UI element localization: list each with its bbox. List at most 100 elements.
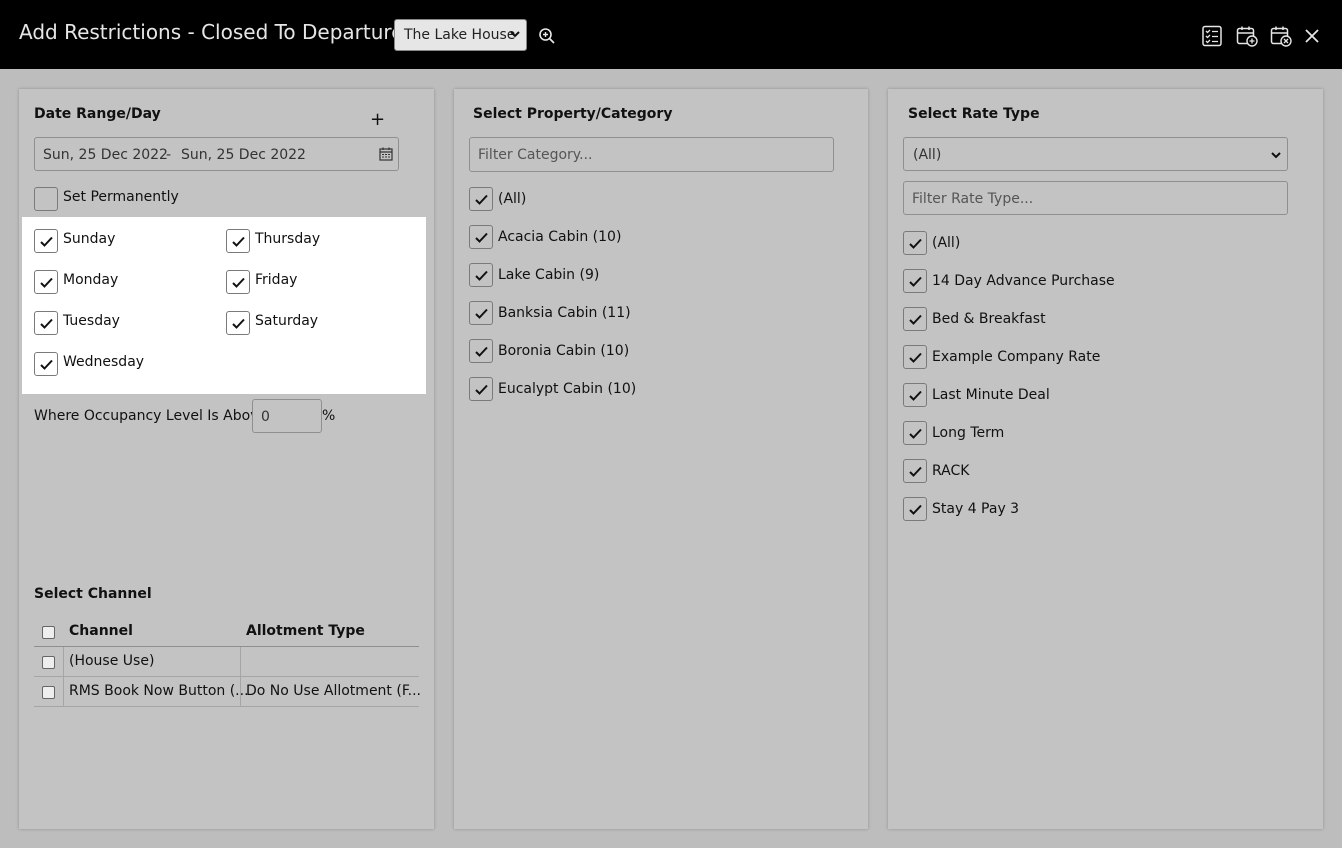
save-calendar-icon[interactable] bbox=[1236, 25, 1258, 47]
channel-select-all-checkbox[interactable] bbox=[42, 626, 55, 639]
category-checkbox[interactable] bbox=[469, 377, 493, 401]
rate-type-label: RACK bbox=[932, 463, 970, 479]
category-checkbox[interactable] bbox=[469, 339, 493, 363]
date-range-input[interactable]: Sun, 25 Dec 2022 - Sun, 25 Dec 2022 bbox=[34, 137, 399, 171]
category-filter-placeholder: Filter Category... bbox=[478, 147, 593, 163]
allotment-cell: Do No Use Allotment (F... bbox=[246, 683, 421, 699]
set-permanently-checkbox[interactable] bbox=[34, 187, 58, 211]
checkmark-icon bbox=[475, 308, 488, 319]
rate-type-label: Stay 4 Pay 3 bbox=[932, 501, 1020, 517]
channel-cell: (House Use) bbox=[69, 653, 155, 669]
day-checkbox-thursday[interactable] bbox=[226, 229, 250, 253]
day-checkbox-tuesday[interactable] bbox=[34, 311, 58, 335]
checkmark-icon bbox=[475, 384, 488, 395]
day-checkbox-sunday[interactable] bbox=[34, 229, 58, 253]
day-checkbox-monday[interactable] bbox=[34, 270, 58, 294]
chevron-down-icon bbox=[1271, 152, 1281, 159]
rate-type-checkbox[interactable] bbox=[903, 269, 927, 293]
date-range-heading: Date Range/Day bbox=[34, 106, 161, 122]
rate-type-heading: Select Rate Type bbox=[908, 106, 1040, 122]
rate-type-checkbox[interactable] bbox=[903, 383, 927, 407]
rate-type-label: Long Term bbox=[932, 425, 1005, 441]
checkmark-icon bbox=[475, 194, 488, 205]
rate-type-select-value: (All) bbox=[913, 147, 942, 163]
checkmark-icon bbox=[909, 238, 922, 249]
category-filter-input[interactable]: Filter Category... bbox=[469, 137, 834, 172]
category-label: Banksia Cabin (11) bbox=[498, 305, 631, 321]
occupancy-input[interactable]: 0 bbox=[252, 399, 322, 433]
property-select[interactable]: The Lake House bbox=[394, 19, 527, 51]
table-divider bbox=[34, 676, 419, 677]
checkmark-icon bbox=[909, 352, 922, 363]
checklist-icon[interactable] bbox=[1201, 25, 1223, 47]
allotment-column-header[interactable]: Allotment Type bbox=[246, 623, 365, 639]
rate-type-checkbox[interactable] bbox=[903, 307, 927, 331]
row-checkbox[interactable] bbox=[42, 656, 55, 669]
rate-type-checkbox[interactable] bbox=[903, 345, 927, 369]
day-label-friday: Friday bbox=[255, 272, 298, 288]
checkmark-icon bbox=[909, 428, 922, 439]
checkmark-icon bbox=[40, 318, 53, 329]
rate-type-label: Bed & Breakfast bbox=[932, 311, 1046, 327]
date-to: Sun, 25 Dec 2022 bbox=[181, 147, 306, 163]
date-from: Sun, 25 Dec 2022 bbox=[43, 147, 168, 163]
row-checkbox[interactable] bbox=[42, 686, 55, 699]
rate-type-checkbox[interactable] bbox=[903, 459, 927, 483]
title-bar: Add Restrictions - Closed To Departure T… bbox=[0, 0, 1342, 69]
checkmark-icon bbox=[232, 277, 245, 288]
category-label: (All) bbox=[498, 191, 527, 207]
category-label: Boronia Cabin (10) bbox=[498, 343, 630, 359]
category-label: Eucalypt Cabin (10) bbox=[498, 381, 637, 397]
category-label: Acacia Cabin (10) bbox=[498, 229, 622, 245]
occupancy-unit: % bbox=[322, 408, 336, 424]
zoom-in-icon[interactable] bbox=[538, 27, 556, 45]
checkmark-icon bbox=[909, 276, 922, 287]
checkmark-icon bbox=[232, 318, 245, 329]
rate-type-label: Example Company Rate bbox=[932, 349, 1101, 365]
checkmark-icon bbox=[909, 314, 922, 325]
checkmark-icon bbox=[909, 466, 922, 477]
rate-type-label: 14 Day Advance Purchase bbox=[932, 273, 1115, 289]
day-label-monday: Monday bbox=[63, 272, 119, 288]
day-label-saturday: Saturday bbox=[255, 313, 319, 329]
rate-type-filter-input[interactable]: Filter Rate Type... bbox=[903, 181, 1288, 215]
calendar-icon[interactable] bbox=[379, 147, 393, 161]
checkmark-icon bbox=[40, 236, 53, 247]
category-checkbox-all[interactable] bbox=[469, 187, 493, 211]
checkmark-icon bbox=[40, 359, 53, 370]
chevron-down-icon bbox=[510, 31, 520, 38]
save-close-calendar-icon[interactable] bbox=[1270, 25, 1292, 47]
table-divider bbox=[34, 646, 419, 647]
day-label-tuesday: Tuesday bbox=[63, 313, 120, 329]
day-label-thursday: Thursday bbox=[255, 231, 321, 247]
set-permanently-label: Set Permanently bbox=[63, 189, 179, 205]
category-checkbox[interactable] bbox=[469, 263, 493, 287]
checkmark-icon bbox=[232, 236, 245, 247]
rate-type-label: Last Minute Deal bbox=[932, 387, 1050, 403]
checkmark-icon bbox=[40, 277, 53, 288]
channel-cell: RMS Book Now Button (... bbox=[69, 683, 249, 699]
checkmark-icon bbox=[475, 346, 488, 357]
day-checkbox-wednesday[interactable] bbox=[34, 352, 58, 376]
date-separator: - bbox=[166, 147, 172, 163]
rate-type-checkbox[interactable] bbox=[903, 497, 927, 521]
rate-type-checkbox[interactable] bbox=[903, 421, 927, 445]
rate-type-select[interactable]: (All) bbox=[903, 137, 1288, 171]
day-checkbox-saturday[interactable] bbox=[226, 311, 250, 335]
rate-type-filter-placeholder: Filter Rate Type... bbox=[912, 191, 1034, 207]
day-checkbox-friday[interactable] bbox=[226, 270, 250, 294]
channel-heading: Select Channel bbox=[34, 586, 152, 602]
table-divider bbox=[63, 647, 64, 706]
close-icon[interactable] bbox=[1304, 28, 1320, 44]
channel-column-header[interactable]: Channel bbox=[69, 623, 133, 639]
checkmark-icon bbox=[475, 232, 488, 243]
day-label-sunday: Sunday bbox=[63, 231, 116, 247]
category-label: Lake Cabin (9) bbox=[498, 267, 600, 283]
category-checkbox[interactable] bbox=[469, 301, 493, 325]
category-checkbox[interactable] bbox=[469, 225, 493, 249]
add-date-range-button[interactable]: + bbox=[370, 109, 385, 130]
occupancy-label: Where Occupancy Level Is Above bbox=[34, 408, 268, 424]
property-select-value: The Lake House bbox=[404, 27, 516, 43]
rate-type-checkbox-all[interactable] bbox=[903, 231, 927, 255]
checkmark-icon bbox=[909, 504, 922, 515]
